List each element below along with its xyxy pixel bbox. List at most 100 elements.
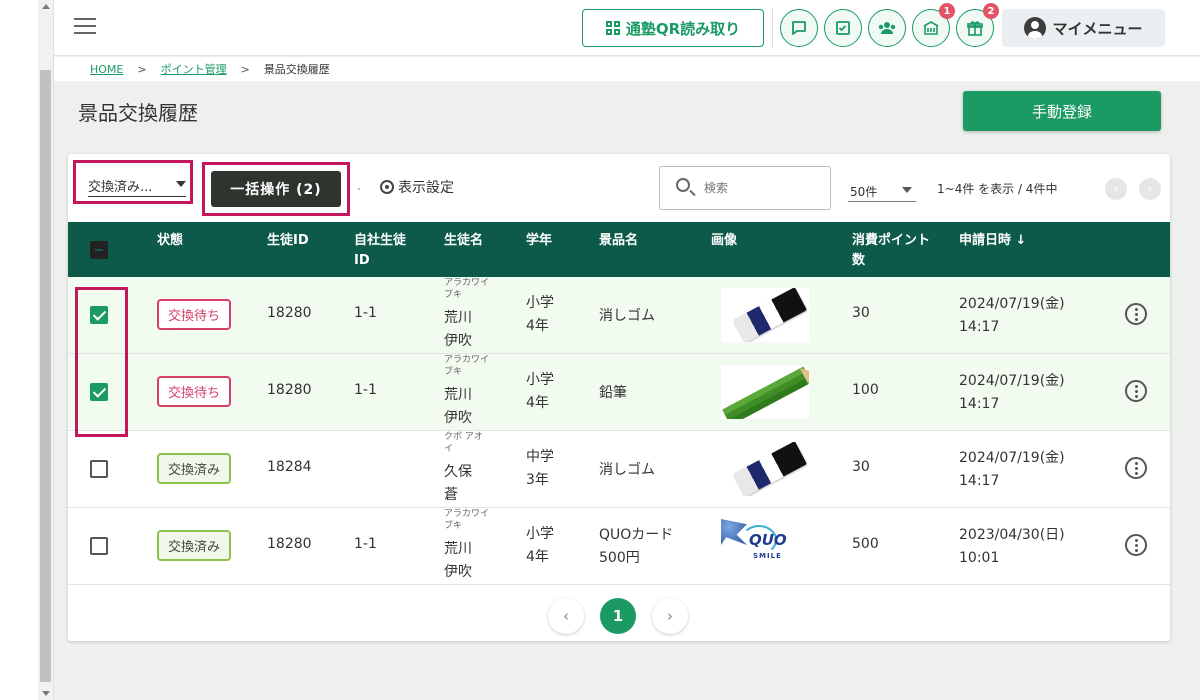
request-date: 2024/07/19(金) 14:17 [959,370,1065,416]
request-date-day: 2024/07/19(金) [959,296,1065,312]
quo-card-image: QUO SMILE [721,519,809,573]
request-date-time: 14:17 [959,396,1000,412]
breadcrumb-home[interactable]: HOME [90,63,123,76]
header-divider [772,8,773,48]
gear-icon [380,180,394,194]
header-grade[interactable]: 学年 [526,231,552,251]
status-filter-select[interactable]: 交換済み... [73,160,193,204]
request-date: 2024/07/19(金) 14:17 [959,447,1065,493]
my-menu-button[interactable]: マイメニュー [1002,9,1165,47]
status-badge: 交換済み [157,530,231,561]
header-own-id[interactable]: 自社生徒ID [354,231,414,271]
prev-page-arrow-icon[interactable]: ‹ [1105,178,1127,200]
more-options-icon[interactable] [1125,534,1147,556]
sort-arrow-down-icon[interactable]: ↓ [1016,233,1027,248]
header-student-id[interactable]: 生徒ID [267,231,309,251]
search-icon [676,178,690,192]
hamburger-menu-icon[interactable] [74,18,96,36]
student-name: 荒川伊吹 [444,310,472,349]
search-input[interactable] [704,177,822,199]
header-name[interactable]: 生徒名 [444,231,483,251]
header-prize[interactable]: 景品名 [599,231,638,251]
pagination-page-1[interactable]: 1 [600,598,636,634]
eraser-image [721,442,809,496]
bulk-action-button[interactable]: 一括操作 (2) [211,171,341,207]
header-image: 画像 [711,233,738,248]
more-options-icon[interactable] [1125,380,1147,402]
per-page-value: 50件 [850,185,878,199]
pencil-image [721,365,809,419]
top-header: 通塾QR読み取り 1 2 マイメニュー [54,0,1200,56]
select-all-checkbox[interactable] [90,241,108,259]
grade: 小学4年 [526,372,554,411]
exchange-history-card: 交換済み... 一括操作 (2) 表示設定 50件 1~4件 を表示 / 4件中 [68,154,1170,641]
own-student-id: 1-1 [354,382,377,398]
header-status[interactable]: 状態 [157,231,183,251]
row-checkbox[interactable] [90,537,108,555]
breadcrumb-points[interactable]: ポイント管理 [161,61,227,77]
student-name-kana: アラカワイブキ [444,509,490,531]
student-id: 18280 [267,536,312,552]
prize-name: 鉛筆 [599,385,627,401]
header-date[interactable]: 申請日時 ↓ [959,231,1026,251]
table-header: 状態 生徒ID 自社生徒ID 生徒名 学年 景品名 画像 消費ポイント数 申請日… [68,222,1170,277]
search-field[interactable] [659,166,831,210]
prize-name: 消しゴム [599,462,655,478]
student-name-kana: アラカワイブキ [444,278,490,300]
scrollbar-thumb[interactable] [40,70,51,682]
student-id: 18280 [267,382,312,398]
status-badge: 交換待ち [157,376,231,407]
header-points[interactable]: 消費ポイント数 [852,231,932,271]
qr-scan-button[interactable]: 通塾QR読み取り [582,9,764,47]
prize-name: QUOカード500円 [599,527,674,566]
group-users-icon[interactable] [868,9,906,47]
grade: 小学4年 [526,295,554,334]
toolbar-divider [358,188,360,190]
manual-register-button[interactable]: 手動登録 [963,91,1161,131]
more-options-icon[interactable] [1125,303,1147,325]
scroll-up-arrow-icon[interactable] [42,4,50,9]
student-name-kana: アラカワイブキ [444,355,490,377]
checklist-icon[interactable] [824,9,862,47]
scroll-down-arrow-icon[interactable] [42,691,50,696]
display-settings-button[interactable]: 表示設定 [380,177,454,197]
request-date: 2023/04/30(日) 10:01 [959,524,1065,570]
table-row[interactable]: 交換済み 18280 1-1 アラカワイブキ 荒川伊吹 小学4年 QUOカード5… [68,508,1170,585]
points: 500 [852,536,879,552]
more-options-icon[interactable] [1125,457,1147,479]
result-range: 1~4件 を表示 / 4件中 [937,182,1058,196]
request-date: 2024/07/19(金) 14:17 [959,293,1065,339]
gift-icon[interactable]: 2 [956,3,999,47]
row-checkbox[interactable] [90,460,108,478]
next-page-arrow-icon[interactable]: › [1139,178,1161,200]
student-name-kana: クボ アオイ [444,432,483,454]
pagination: ‹ 1 › [548,598,688,634]
table-row[interactable]: 交換待ち 18280 1-1 アラカワイブキ 荒川伊吹 小学4年 消しゴム 30… [68,277,1170,354]
status-badge: 交換済み [157,453,231,484]
header-date-label: 申請日時 [959,233,1012,248]
select-underline [88,196,186,197]
per-page-select[interactable]: 50件 [848,180,916,202]
display-settings-label: 表示設定 [398,180,454,196]
own-student-id: 1-1 [354,536,377,552]
table-row[interactable]: 交換待ち 18280 1-1 アラカワイブキ 荒川伊吹 小学4年 鉛筆 100 … [68,354,1170,431]
school-icon[interactable]: 1 [912,3,955,47]
table-row[interactable]: 交換済み 18284 クボ アオイ 久保蒼 中学3年 消しゴム 30 2024/… [68,431,1170,508]
chevron-down-icon [176,181,186,187]
request-date-time: 10:01 [959,550,1000,566]
grade: 中学3年 [526,449,554,488]
chat-icon[interactable] [780,9,818,47]
school-badge: 1 [939,3,955,19]
student-name: 久保蒼 [444,464,472,503]
pagination-prev-button[interactable]: ‹ [548,598,584,634]
request-date-day: 2023/04/30(日) [959,527,1065,543]
pagination-next-button[interactable]: › [652,598,688,634]
student-id: 18284 [267,459,312,475]
request-date-day: 2024/07/19(金) [959,450,1065,466]
points: 100 [852,382,879,398]
request-date-day: 2024/07/19(金) [959,373,1065,389]
breadcrumb-separator: > [137,62,147,76]
eraser-image [721,288,809,342]
chevron-down-icon [902,187,912,193]
vertical-scrollbar[interactable] [38,0,54,700]
